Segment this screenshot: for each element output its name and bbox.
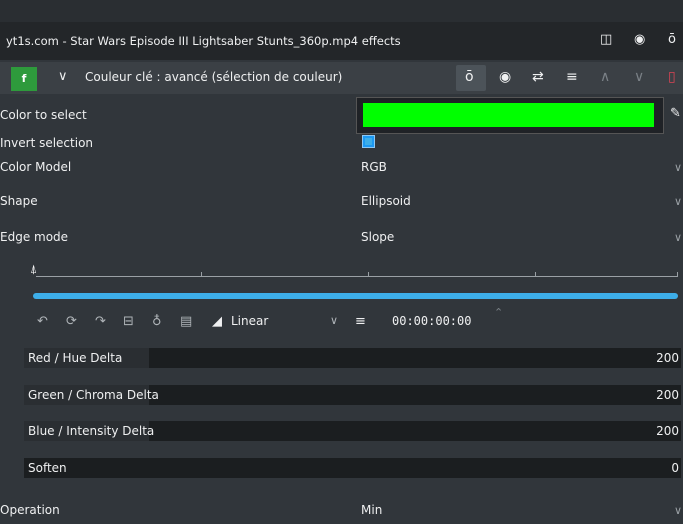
effect-header[interactable]: f ∨ Couleur clé : avancé (sélection de c… xyxy=(0,62,683,94)
chevron-down-icon[interactable]: ∨ xyxy=(674,195,682,208)
chevron-down-icon[interactable]: ∨ xyxy=(674,161,682,174)
ruler-tick xyxy=(677,272,678,277)
blue-intensity-delta-slider[interactable]: Blue / Intensity Delta 200 xyxy=(24,421,681,441)
keyframe-marker-icon[interactable]: ⍋ xyxy=(30,262,37,277)
keyframe-timecode[interactable]: 00:00:00:00 xyxy=(392,314,471,328)
keyframe-timeline-bar[interactable] xyxy=(33,293,678,299)
delete-icon[interactable]: ▯ xyxy=(668,69,676,85)
ruler-tick xyxy=(201,272,202,277)
slider-value: 200 xyxy=(656,424,679,438)
invert-selection-checkbox[interactable] xyxy=(362,135,375,148)
chevron-down-icon[interactable]: ∨ xyxy=(330,314,338,327)
previous-keyframe-icon[interactable]: ↶ xyxy=(37,314,48,329)
slider-value: 0 xyxy=(671,461,679,475)
compare-icon[interactable]: ⇄ xyxy=(532,69,544,85)
ruler-tick xyxy=(535,272,536,277)
top-strip xyxy=(0,0,683,22)
timecode-up-icon[interactable]: ⌃ xyxy=(494,306,503,319)
slider-value: 200 xyxy=(656,351,679,365)
invert-selection-label: Invert selection xyxy=(0,136,94,150)
chevron-up-icon[interactable]: ∧ xyxy=(600,69,610,85)
effects-title-bar: yt1s.com - Star Wars Episode III Lightsa… xyxy=(0,22,683,60)
operation-label: Operation xyxy=(0,503,60,517)
color-picker-icon[interactable]: ✎ xyxy=(670,106,681,121)
chevron-down-icon[interactable]: ∨ xyxy=(58,69,68,84)
color-to-select-label: Color to select xyxy=(0,108,87,122)
edge-mode-label: Edge mode xyxy=(0,230,69,244)
edge-mode-select[interactable]: Slope xyxy=(361,230,394,244)
next-keyframe-icon[interactable]: ↷ xyxy=(95,314,106,329)
slider-label: Red / Hue Delta xyxy=(28,351,123,365)
effect-name: Couleur clé : avancé (sélection de coule… xyxy=(85,70,343,84)
interpolation-select[interactable]: Linear xyxy=(231,314,268,328)
keyframe-list-icon[interactable]: ▤ xyxy=(180,314,192,329)
ruler-tick xyxy=(368,272,369,277)
menu-icon[interactable]: ≡ xyxy=(566,69,578,85)
color-swatch-button[interactable] xyxy=(356,97,664,134)
chevron-down-icon[interactable]: ∨ xyxy=(634,69,644,85)
add-keyframe-icon[interactable]: ⟳ xyxy=(66,314,77,329)
soften-slider[interactable]: Soften 0 xyxy=(24,458,681,478)
effects-title: yt1s.com - Star Wars Episode III Lightsa… xyxy=(6,34,401,48)
operation-select[interactable]: Min xyxy=(361,503,382,517)
slider-label: Blue / Intensity Delta xyxy=(28,424,155,438)
align-keyframes-icon[interactable]: ⊟ xyxy=(123,314,134,329)
shape-label: Shape xyxy=(0,194,38,208)
color-model-label: Color Model xyxy=(0,160,72,174)
eye-icon[interactable]: ◉ xyxy=(499,69,511,85)
chevron-down-icon[interactable]: ∨ xyxy=(674,504,682,517)
effect-badge: f xyxy=(11,67,37,91)
eye-icon[interactable]: ◉ xyxy=(634,32,645,47)
red-hue-delta-slider[interactable]: Red / Hue Delta 200 xyxy=(24,348,681,368)
color-model-select[interactable]: RGB xyxy=(361,160,387,174)
green-chroma-delta-slider[interactable]: Green / Chroma Delta 200 xyxy=(24,385,681,405)
keyframe-ruler[interactable] xyxy=(36,272,678,277)
split-view-icon[interactable]: ◫ xyxy=(600,32,612,47)
timer-icon[interactable]: ō xyxy=(668,32,676,47)
shape-select[interactable]: Ellipsoid xyxy=(361,194,411,208)
slider-value: 200 xyxy=(656,388,679,402)
copy-keyframe-icon[interactable]: ♁ xyxy=(152,314,162,329)
slider-label: Soften xyxy=(28,461,67,475)
chevron-down-icon[interactable]: ∨ xyxy=(674,231,682,244)
timer-icon[interactable]: ō xyxy=(465,69,474,85)
slider-label: Green / Chroma Delta xyxy=(28,388,159,402)
interpolation-icon: ◢ xyxy=(212,314,222,329)
menu-icon[interactable]: ≡ xyxy=(355,314,366,329)
color-swatch xyxy=(363,103,654,127)
